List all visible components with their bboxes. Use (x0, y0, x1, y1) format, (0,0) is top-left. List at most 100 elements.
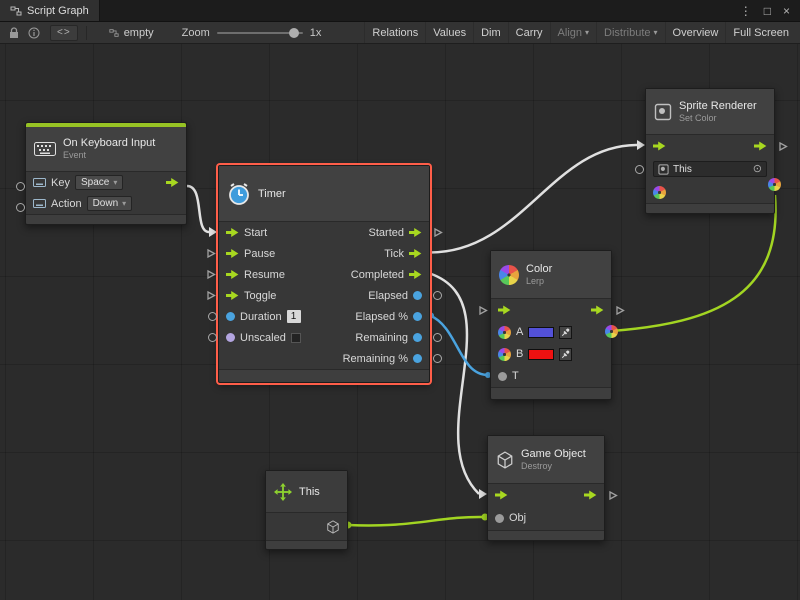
node-header: Sprite Renderer Set Color (646, 89, 774, 135)
port-flow-out[interactable] (608, 490, 618, 501)
action-dropdown[interactable]: Down▾ (87, 196, 133, 211)
port-this-in[interactable] (635, 165, 644, 174)
wire-tick-to-setcolor[interactable] (430, 145, 637, 253)
obj-input-port[interactable] (495, 514, 504, 523)
port-elapsed-out[interactable] (433, 291, 442, 300)
flow-output-port[interactable] (166, 178, 179, 188)
node-footer (491, 387, 611, 399)
overview-button[interactable]: Overview (665, 22, 726, 43)
this-object-field[interactable]: This ⊙ (653, 161, 767, 177)
dim-button[interactable]: Dim (473, 22, 508, 43)
port-label: Resume (244, 269, 285, 281)
fullscreen-button[interactable]: Full Screen (725, 22, 796, 43)
flow-output-port[interactable] (591, 305, 604, 315)
flow-row (488, 484, 604, 506)
object-picker-icon[interactable]: ⊙ (753, 164, 762, 175)
flow-output-port[interactable] (409, 249, 422, 259)
port-flow-in[interactable] (478, 305, 488, 316)
node-destroy[interactable]: Game Object Destroy Obj (487, 435, 605, 541)
toolbar: <> empty Zoom 1x Relations Values Dim Ca… (0, 22, 800, 44)
flow-input-port[interactable] (226, 228, 239, 238)
eyedropper-icon[interactable] (559, 348, 572, 361)
timer-clock-icon (227, 182, 251, 206)
obj-label: Obj (509, 512, 526, 524)
flow-input-port[interactable] (226, 291, 239, 301)
node-this[interactable]: This (265, 470, 348, 550)
port-pause-in[interactable] (206, 248, 216, 259)
value-input-port[interactable] (226, 333, 235, 342)
wire-arrowhead (209, 227, 217, 237)
zoom-slider-knob[interactable] (289, 28, 299, 38)
port-label: Unscaled (240, 332, 286, 344)
flow-input-port[interactable] (498, 305, 511, 315)
distribute-button[interactable]: Distribute▾ (596, 22, 664, 43)
node-set-color[interactable]: Sprite Renderer Set Color This ⊙ (645, 88, 775, 214)
flow-input-port[interactable] (226, 249, 239, 259)
wire-keyboard-to-timer-start[interactable] (187, 186, 209, 232)
relations-button[interactable]: Relations (364, 22, 425, 43)
wire-elapsedpct-to-lerp-t[interactable] (430, 316, 488, 376)
node-color-lerp[interactable]: Color Lerp A B (490, 250, 612, 400)
color-swatch-b[interactable] (528, 349, 554, 360)
port-flow-out[interactable] (778, 141, 788, 152)
value-output-port[interactable] (413, 291, 422, 300)
maximize-button[interactable]: □ (764, 4, 771, 18)
port-remaining-out[interactable] (433, 333, 442, 342)
value-output-port[interactable] (413, 354, 422, 363)
tab-script-graph[interactable]: Script Graph (0, 0, 100, 21)
color-output-port[interactable] (605, 325, 618, 338)
carry-button[interactable]: Carry (508, 22, 550, 43)
close-button[interactable]: × (783, 4, 790, 18)
port-label: Started (369, 227, 404, 239)
value-output-port[interactable] (413, 312, 422, 321)
node-on-keyboard-input[interactable]: On Keyboard Input Event Key Space▾ Actio… (25, 122, 187, 225)
values-button[interactable]: Values (425, 22, 473, 43)
flow-output-port[interactable] (409, 228, 422, 238)
flow-output-port[interactable] (584, 490, 597, 500)
wire-this-to-destroy-obj[interactable] (348, 517, 485, 526)
t-input-port[interactable] (498, 372, 507, 381)
node-title: Game Object (521, 448, 586, 461)
window-menu-button[interactable]: ⋮ (740, 4, 752, 18)
color-input-port-a[interactable] (498, 326, 511, 339)
node-subtitle: Destroy (521, 461, 586, 472)
port-action-in[interactable] (16, 203, 25, 212)
port-toggle-in[interactable] (206, 290, 216, 301)
value-output-port[interactable] (413, 333, 422, 342)
flow-output-port[interactable] (409, 270, 422, 280)
flow-input-port[interactable] (495, 490, 508, 500)
port-duration-in[interactable] (208, 312, 217, 321)
color-input-port[interactable] (653, 186, 666, 199)
toolbar-buttons: Relations Values Dim Carry Align▾ Distri… (364, 22, 796, 43)
port-started-out[interactable] (433, 227, 443, 238)
key-dropdown[interactable]: Space▾ (75, 175, 123, 190)
flow-output-port[interactable] (754, 141, 767, 151)
wire-lerp-to-setcolor-color[interactable] (612, 195, 776, 331)
flow-input-port[interactable] (653, 141, 666, 151)
input-t-row: T (491, 365, 611, 387)
zoom-slider[interactable] (217, 32, 303, 34)
port-remaining-pct-out[interactable] (433, 354, 442, 363)
unscaled-checkbox[interactable] (291, 333, 301, 343)
info-icon[interactable] (24, 24, 44, 42)
graph-breadcrumb[interactable]: empty (109, 27, 154, 39)
node-timer[interactable]: Timer Start Started Pause Tick Resume Co… (218, 165, 430, 383)
wire-completed-to-destroy[interactable] (430, 274, 479, 495)
port-key-in[interactable] (16, 182, 25, 191)
port-unscaled-in[interactable] (208, 333, 217, 342)
color-swatch-a[interactable] (528, 327, 554, 338)
value-input-port[interactable] (226, 312, 235, 321)
code-icon[interactable]: <> (50, 25, 78, 41)
duration-input[interactable]: 1 (287, 310, 301, 323)
graph-canvas[interactable]: On Keyboard Input Event Key Space▾ Actio… (0, 44, 800, 600)
port-resume-in[interactable] (206, 269, 216, 280)
gameobject-output-port[interactable] (326, 520, 340, 534)
lock-icon[interactable] (4, 24, 24, 42)
color-value-port[interactable] (768, 178, 781, 191)
port-flow-out[interactable] (615, 305, 625, 316)
align-button[interactable]: Align▾ (550, 22, 596, 43)
flow-input-port[interactable] (226, 270, 239, 280)
color-input-port-b[interactable] (498, 348, 511, 361)
node-footer (219, 369, 429, 382)
eyedropper-icon[interactable] (559, 326, 572, 339)
